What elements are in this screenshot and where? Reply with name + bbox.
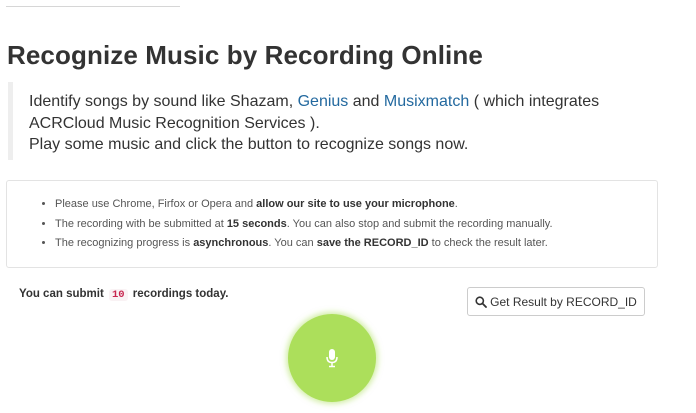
notice-item-bold: allow our site to use your microphone xyxy=(256,198,455,210)
intro-line-2: Play some music and click the button to … xyxy=(29,136,469,153)
intro-blockquote: Identify songs by sound like Shazam, Gen… xyxy=(8,82,660,160)
intro-text-start: Identify songs by sound like Shazam, xyxy=(29,93,298,110)
notice-panel: Please use Chrome, Firfox or Opera and a… xyxy=(6,180,658,268)
notice-item-middle: . You can xyxy=(268,237,317,249)
notice-item-text: Please use Chrome, Firfox or Opera and xyxy=(55,198,257,210)
page: Recognize Music by Recording Online Iden… xyxy=(0,0,696,413)
intro-text-and: and xyxy=(348,93,384,110)
notice-item-text: The recording with be submitted at xyxy=(55,217,227,230)
notice-item-bold: asynchronous xyxy=(193,237,269,249)
notice-item-bold: save the RECORD_ID xyxy=(316,237,429,249)
notice-item-microphone: Please use Chrome, Firfox or Opera and a… xyxy=(55,195,657,215)
record-button[interactable] xyxy=(288,314,376,402)
microphone-icon xyxy=(325,348,339,368)
notice-item-end: to check the result later. xyxy=(428,237,548,249)
get-result-button[interactable]: Get Result by RECORD_ID xyxy=(467,287,645,316)
get-result-label: Get Result by RECORD_ID xyxy=(490,294,637,309)
submit-count-text: You can submit 10 recordings today. xyxy=(19,288,228,301)
search-icon xyxy=(475,295,488,308)
notice-list: Please use Chrome, Firfox or Opera and a… xyxy=(37,195,657,254)
notice-item-text: The recognizing progress is xyxy=(55,237,194,249)
intro-line-1: Identify songs by sound like Shazam, Gen… xyxy=(29,91,660,134)
genius-link[interactable]: Genius xyxy=(298,93,349,110)
notice-item-end: . You can also stop and submit the recor… xyxy=(286,217,553,230)
top-divider xyxy=(6,6,180,7)
page-title: Recognize Music by Recording Online xyxy=(7,40,483,70)
submit-suffix: recordings today. xyxy=(132,288,229,300)
notice-item-async: The recognizing progress is asynchronous… xyxy=(55,234,657,254)
submit-prefix: You can submit xyxy=(19,288,104,300)
notice-item-bold: 15 seconds xyxy=(226,217,287,230)
submit-count-badge: 10 xyxy=(108,289,128,301)
notice-item-duration: The recording with be submitted at 15 se… xyxy=(55,215,657,235)
notice-item-end: . xyxy=(454,198,458,210)
musixmatch-link[interactable]: Musixmatch xyxy=(384,93,469,110)
